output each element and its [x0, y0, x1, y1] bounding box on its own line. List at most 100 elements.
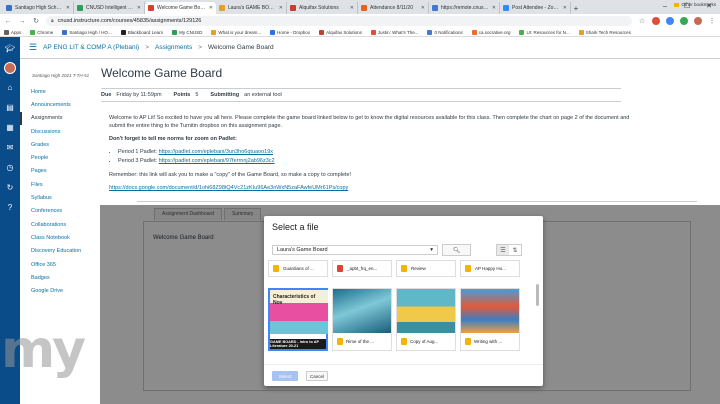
- dialog-footer: Select Cancel: [264, 364, 543, 386]
- file-item[interactable]: Review: [396, 260, 456, 277]
- period1-link[interactable]: https://padlet.com/eplebani/3un3ho6qtuao…: [159, 149, 273, 155]
- sidebar-item-announcements[interactable]: Announcements: [20, 98, 100, 111]
- sidebar-item-home[interactable]: Home: [20, 85, 100, 98]
- commons-icon[interactable]: ↻: [0, 177, 20, 197]
- browser-tab[interactable]: Post Attendee - Zoom ✕: [500, 2, 571, 14]
- browser-tab[interactable]: https://remote.cnusd.k12✕: [429, 2, 500, 14]
- close-tab-icon[interactable]: ✕: [66, 5, 70, 11]
- sidebar-item-conferences[interactable]: Conferences: [20, 205, 100, 218]
- lock-icon: 🔒︎: [51, 18, 54, 24]
- back-icon[interactable]: ←: [4, 18, 12, 25]
- sidebar-item-class-notebook[interactable]: Class Notebook: [20, 231, 100, 244]
- sidebar-item-pages[interactable]: Pages: [20, 165, 100, 178]
- account-avatar[interactable]: [4, 62, 16, 74]
- close-tab-icon[interactable]: ✕: [209, 5, 213, 11]
- sidebar-item-office-365[interactable]: Office 365: [20, 258, 100, 271]
- close-tab-icon[interactable]: ✕: [492, 5, 496, 11]
- other-bookmarks[interactable]: Other bookmarks: [674, 2, 716, 7]
- file-item[interactable]: Copy of Aug...: [396, 288, 456, 351]
- bookmark-item[interactable]: Justin: What's The...: [370, 29, 418, 35]
- reload-icon[interactable]: ↻: [32, 17, 40, 25]
- bookmark-item[interactable]: My CNUSD: [172, 29, 202, 35]
- list-item: Period 1 Padlet: https://padlet.com/eple…: [118, 148, 639, 156]
- scrollbar[interactable]: [536, 284, 539, 306]
- sidebar-item-discovery-education[interactable]: Discovery Education: [20, 245, 100, 258]
- new-tab-button[interactable]: +: [571, 2, 581, 14]
- sidebar-item-assignments[interactable]: Assignments: [20, 111, 100, 125]
- bookmark-item[interactable]: Blackboard Learn: [120, 29, 163, 35]
- close-tab-icon[interactable]: ✕: [137, 5, 141, 11]
- help-icon[interactable]: ?: [0, 197, 20, 217]
- browser-tab[interactable]: Santiago High School Dela✕: [3, 2, 74, 14]
- sort-icon[interactable]: ⇅: [509, 245, 521, 255]
- forward-icon[interactable]: →: [18, 18, 26, 25]
- courses-icon[interactable]: ▤: [0, 97, 20, 117]
- canvas-logo-icon[interactable]: 🎓︎: [0, 37, 20, 59]
- sidebar-item-discussions[interactable]: Discussions: [20, 125, 100, 138]
- sidebar-item-google-drive[interactable]: Google Drive: [20, 284, 100, 297]
- file-name: GAME BOARD - Intro to AP Literature 20-2…: [270, 339, 326, 349]
- star-icon[interactable]: ☆: [638, 17, 646, 25]
- bookmark-item[interactable]: Apps: [4, 29, 22, 35]
- bookmark-icon: [370, 29, 376, 35]
- extension-icon[interactable]: [680, 17, 688, 25]
- close-tab-icon[interactable]: ✕: [421, 5, 425, 11]
- profile-avatar[interactable]: [694, 17, 702, 25]
- cancel-button[interactable]: Cancel: [306, 371, 328, 381]
- extension-icon[interactable]: [652, 17, 660, 25]
- file-item[interactable]: _apbt_frq_en...: [332, 260, 392, 277]
- file-icon: [465, 265, 471, 272]
- browser-tab[interactable]: Attendance 8/11/20 ✕: [358, 2, 429, 14]
- bookmark-item[interactable]: Chrome: [30, 29, 53, 35]
- bookmark-icon: [120, 29, 126, 35]
- close-tab-icon[interactable]: ✕: [279, 5, 283, 11]
- bookmark-icon: [319, 29, 325, 35]
- close-tab-icon[interactable]: ✕: [350, 5, 354, 11]
- file-grid: Guardians of ... _apbt_frq_en... Review AP …: [268, 260, 534, 361]
- search-button[interactable]: 🔍︎: [442, 244, 471, 256]
- calendar-icon[interactable]: ▦: [0, 117, 20, 137]
- list-view-icon[interactable]: ☰: [497, 245, 509, 255]
- bookmark-item[interactable]: Santiago High / HO...: [62, 29, 112, 35]
- file-item[interactable]: Rime of the ...: [332, 288, 392, 351]
- sidebar-item-badges[interactable]: Badges: [20, 271, 100, 284]
- sidebar-item-people[interactable]: People: [20, 151, 100, 164]
- history-icon[interactable]: ◷: [0, 157, 20, 177]
- bookmark-item[interactable]: Shark Tech Resources: [578, 29, 631, 35]
- bookmark-item[interactable]: Alquifax Solutions: [319, 29, 362, 35]
- favicon-icon: [6, 5, 12, 11]
- file-item[interactable]: Writing with ...: [460, 288, 520, 351]
- file-item[interactable]: AP Happy Ho...: [460, 260, 520, 277]
- sidebar-item-files[interactable]: Files: [20, 178, 100, 191]
- breadcrumb-course[interactable]: AP ENG LIT & COMP A (Plebani): [43, 44, 139, 51]
- period3-link[interactable]: https://padlet.com/eplebani/97ferrnnj2ab…: [159, 158, 275, 164]
- select-button[interactable]: Select: [272, 371, 298, 381]
- sidebar-item-grades[interactable]: Grades: [20, 138, 100, 151]
- sidebar-item-collaborations[interactable]: Collaborations: [20, 218, 100, 231]
- extension-icon[interactable]: [666, 17, 674, 25]
- minimize-icon[interactable]: –: [654, 0, 676, 12]
- bookmark-item[interactable]: UI: Resources for N...: [519, 29, 570, 35]
- url-field[interactable]: 🔒︎ cnusd.instructure.com/courses/45835/a…: [46, 16, 632, 26]
- bookmark-label: Apps: [11, 29, 22, 35]
- folder-select[interactable]: Laura's Game Board ▾: [272, 245, 438, 255]
- file-icon: [337, 338, 343, 345]
- browser-tab[interactable]: Laura's GAME BOARD - Inte✕: [216, 2, 287, 14]
- bookmark-item[interactable]: Home - Dropbox: [270, 29, 310, 35]
- sidebar-item-syllabus[interactable]: Syllabus: [20, 191, 100, 204]
- bookmark-item[interactable]: 0 Notifications: [427, 29, 463, 35]
- dashboard-icon[interactable]: ⌂: [0, 77, 20, 97]
- browser-tab[interactable]: Alquifax Solutions ✕: [287, 2, 358, 14]
- browser-tab[interactable]: CNUSD Intelligent Hub ✕: [74, 2, 145, 14]
- browser-menu-icon[interactable]: ⋮: [708, 17, 716, 25]
- close-tab-icon[interactable]: ✕: [563, 5, 567, 11]
- bookmark-item[interactable]: What is your dream...: [211, 29, 261, 35]
- inbox-icon[interactable]: ✉: [0, 137, 20, 157]
- hamburger-menu-icon[interactable]: ☰: [29, 42, 37, 53]
- bookmark-item[interactable]: ca.socrative.org: [471, 29, 510, 35]
- browser-tab[interactable]: Welcome Game Board ✕: [145, 2, 216, 14]
- breadcrumb-assignments[interactable]: Assignments: [155, 44, 192, 51]
- doc-link[interactable]: https://docs.google.com/document/d/1ohi6…: [109, 185, 348, 191]
- file-item-selected[interactable]: Characteristics of Nov GAME BOARD - Intro…: [268, 288, 328, 351]
- file-item[interactable]: Guardians of ...: [268, 260, 328, 277]
